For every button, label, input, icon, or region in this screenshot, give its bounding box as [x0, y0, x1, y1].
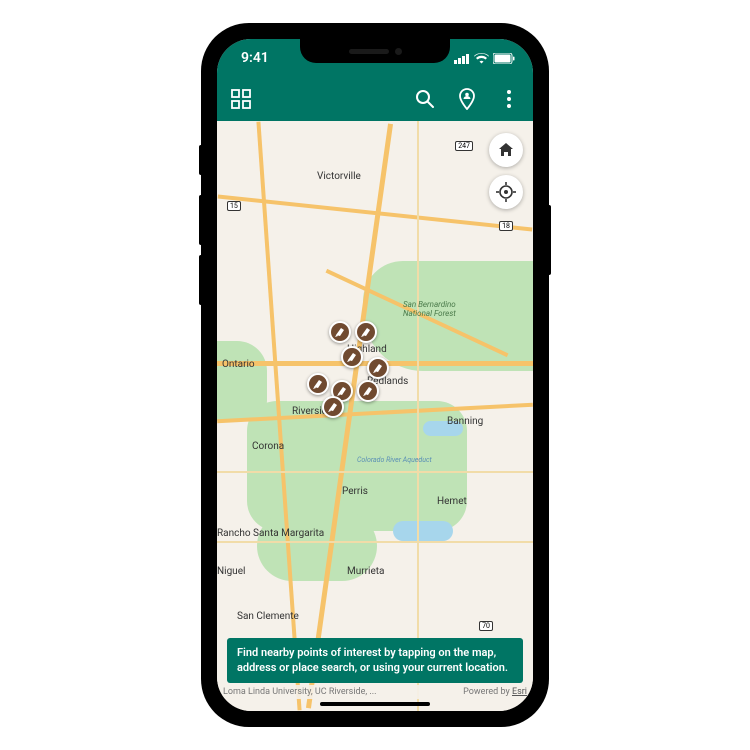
attribution-left: Loma Linda University, UC Riverside, ... [223, 687, 377, 697]
map-marker[interactable] [322, 396, 344, 418]
status-time: 9:41 [241, 50, 269, 66]
city-label: Corona [252, 441, 284, 452]
attribution-prefix: Powered by [463, 687, 512, 697]
water [393, 521, 453, 541]
forest-label: San Bernardino National Forest [403, 301, 483, 319]
screen: 9:41 [217, 39, 533, 711]
city-label: Hemet [437, 496, 467, 507]
mute-switch [199, 145, 203, 175]
road [217, 471, 533, 473]
city-label: San Clemente [237, 611, 299, 622]
map-marker[interactable] [329, 321, 351, 343]
map[interactable]: 15 247 18 70 San Bernardino National For… [217, 121, 533, 711]
city-label: Perris [342, 486, 368, 497]
road [417, 121, 419, 711]
city-label: Ontario [222, 359, 255, 370]
search-icon [415, 89, 435, 109]
home-icon [497, 141, 515, 159]
map-marker[interactable] [357, 380, 379, 402]
home-indicator[interactable] [320, 702, 430, 706]
status-right [454, 53, 515, 64]
river-label: Colorado River Aqueduct [357, 456, 432, 464]
notch [300, 39, 450, 63]
route-shield: 70 [479, 621, 493, 631]
route-shield: 18 [499, 221, 513, 231]
esri-link[interactable]: Esri [512, 687, 527, 697]
cellular-icon [454, 53, 470, 64]
map-marker[interactable] [307, 373, 329, 395]
more-button[interactable] [495, 85, 523, 113]
my-location-icon [496, 182, 516, 202]
map-marker[interactable] [341, 346, 363, 368]
city-label: Victorville [317, 171, 361, 182]
search-button[interactable] [411, 85, 439, 113]
attribution-right: Powered by Esri [463, 687, 527, 697]
map-marker[interactable] [355, 321, 377, 343]
pin-person-button[interactable] [453, 85, 481, 113]
app-grid-button[interactable] [227, 85, 255, 113]
city-label: Niguel [217, 566, 245, 577]
attribution-bar: Loma Linda University, UC Riverside, ...… [217, 685, 533, 699]
battery-icon [493, 53, 515, 64]
app-grid-icon [231, 89, 251, 109]
city-label: Rancho Santa Margarita [217, 528, 324, 539]
route-shield: 15 [227, 201, 241, 211]
phone-frame: 9:41 [203, 25, 547, 725]
home-fab[interactable] [489, 133, 523, 167]
power-button [547, 205, 551, 275]
pin-person-icon [457, 88, 477, 110]
vol-down [199, 255, 203, 305]
locate-fab[interactable] [489, 175, 523, 209]
road [217, 541, 533, 543]
city-label: Murrieta [347, 566, 384, 577]
app-bar [217, 77, 533, 121]
city-label: Banning [447, 416, 483, 427]
route-shield: 247 [455, 141, 473, 151]
more-vert-icon [507, 90, 511, 108]
wifi-icon [474, 53, 489, 64]
hint-banner: Find nearby points of interest by tappin… [227, 638, 523, 683]
map-marker[interactable] [367, 357, 389, 379]
vol-up [199, 195, 203, 245]
